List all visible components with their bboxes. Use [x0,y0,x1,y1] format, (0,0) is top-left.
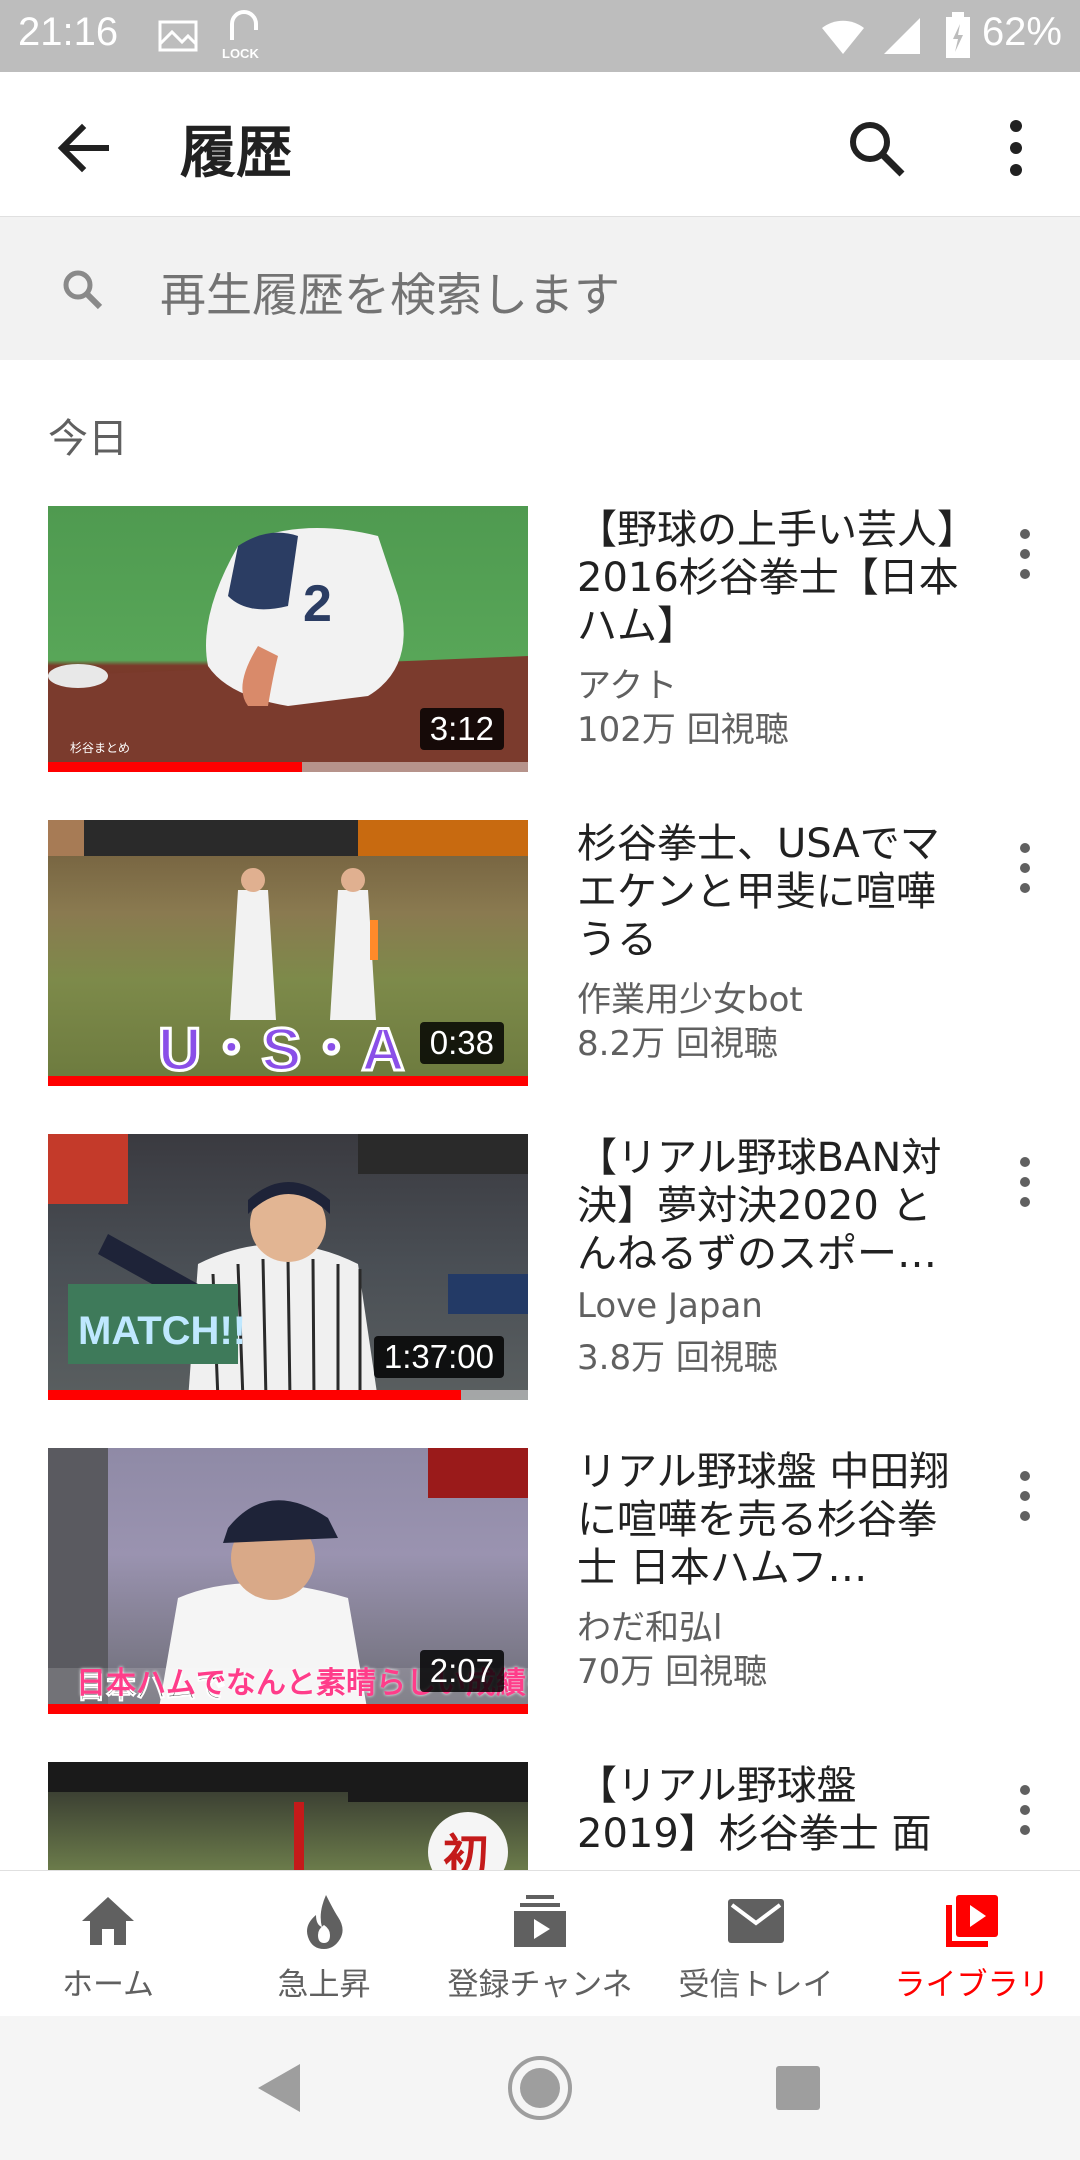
video-thumbnail[interactable]: 2 杉谷まとめ 3:12 [48,506,528,772]
video-view-count: 8.2万 回視聴 [577,1024,778,1064]
video-menu-icon[interactable] [1005,524,1045,584]
video-view-count: 70万 回視聴 [577,1652,768,1692]
lock-icon: LOCK [222,10,268,62]
video-item[interactable]: 初 【リアル野球盤2019】杉谷拳士 面 [0,1762,1080,1870]
thumbnail-image: 初 [48,1762,528,1870]
nav-home[interactable]: ホーム [0,1871,216,2017]
video-menu-icon[interactable] [1005,1466,1045,1526]
video-title[interactable]: リアル野球盤 中田翔に喧嘩を売る杉谷拳士 日本ハムフ… [577,1448,967,1592]
watch-progress-bar [48,1076,528,1086]
video-thumbnail[interactable]: 初 [48,1762,528,1870]
bottom-navigation: ホーム 急上昇 登録チャンネル 受信トレイ ライブラリ [0,1870,1080,2048]
battery-percentage: 62% [981,10,1062,54]
history-search-bar[interactable]: 再生履歴を検索します [0,217,1080,360]
video-title[interactable]: 【リアル野球盤2019】杉谷拳士 面 [577,1762,967,1858]
video-title[interactable]: 【野球の上手い芸人】2016杉谷拳士【日本ハム】 [577,506,967,650]
home-icon [82,1897,134,1945]
system-home-icon[interactable] [506,2054,574,2122]
back-arrow-icon[interactable] [48,112,120,184]
nav-label: ライブラリ [894,1967,1050,2003]
video-channel: Love Japan [577,1286,763,1326]
watch-progress-bar [48,762,303,772]
system-back-icon[interactable] [252,2060,308,2116]
video-duration: 0:38 [419,1022,504,1064]
video-item[interactable]: 日本ハムで 日本ハムでなんと素晴らしい成績を 2:07 リアル野球盤 中田翔に喧… [0,1448,1080,1720]
library-icon [946,1895,998,1947]
video-thumbnail[interactable]: U・S・A 0:38 [48,820,528,1086]
trending-icon [307,1895,343,1949]
video-view-count: 3.8万 回視聴 [577,1338,778,1378]
video-item[interactable]: 2 杉谷まとめ 3:12 【野球の上手い芸人】2016杉谷拳士【日本ハム】 アク… [0,506,1080,778]
section-header-today: 今日 [48,416,128,462]
video-thumbnail[interactable]: MATCH!! 1:37:00 [48,1134,528,1400]
system-navigation-bar [0,2016,1080,2160]
search-icon [63,270,103,310]
page-title: 履歴 [180,121,292,186]
watch-progress-bar [48,1390,461,1400]
status-bar: 21:16 LOCK 62% [0,0,1080,72]
svg-text:2: 2 [303,575,332,633]
video-view-count: 102万 回視聴 [577,710,789,750]
nav-label: 急上昇 [277,1967,371,2003]
nav-library[interactable]: ライブラリ [864,1871,1080,2017]
video-thumbnail[interactable]: 日本ハムで 日本ハムでなんと素晴らしい成績を 2:07 [48,1448,528,1714]
history-search-input[interactable]: 再生履歴を検索します [160,259,620,325]
wifi-icon [822,20,864,54]
nav-subscriptions[interactable]: 登録チャンネル [432,1871,648,2048]
more-options-icon[interactable] [980,112,1052,184]
video-item[interactable]: MATCH!! 1:37:00 【リアル野球BAN対決】夢対決2020 とんねる… [0,1134,1080,1406]
svg-text:U・S・A: U・S・A [158,1016,405,1083]
search-icon[interactable] [840,112,912,184]
video-menu-icon[interactable] [1005,1780,1045,1840]
video-item[interactable]: U・S・A 0:38 杉谷拳士、USAでマエケンと甲斐に喧嘩うる 作業用少女bo… [0,820,1080,1092]
nav-label: ホーム [61,1967,155,2003]
video-duration: 3:12 [419,708,504,750]
lock-label: LOCK [222,46,259,61]
nav-inbox[interactable]: 受信トレイ [648,1871,864,2017]
video-channel: アクト [577,666,678,706]
video-channel: わだ和弘l [577,1608,723,1648]
video-duration: 2:07 [419,1650,504,1692]
status-time: 21:16 [18,10,119,54]
nav-trending[interactable]: 急上昇 [216,1871,432,2017]
thumbnail-caption: 杉谷まとめ [70,741,131,755]
subscriptions-icon [514,1895,566,1947]
video-menu-icon[interactable] [1005,1152,1045,1212]
image-notification-icon [158,20,198,52]
battery-icon [946,12,970,58]
video-channel: 作業用少女bot [577,980,803,1020]
watch-progress-bar [48,1704,528,1714]
video-menu-icon[interactable] [1005,838,1045,898]
video-title[interactable]: 杉谷拳士、USAでマエケンと甲斐に喧嘩うる [577,820,967,964]
signal-icon [884,18,920,54]
nav-label: 受信トレイ [678,1967,834,2003]
video-duration: 1:37:00 [373,1336,504,1378]
app-bar: 履歴 [0,72,1080,217]
video-title[interactable]: 【リアル野球BAN対決】夢対決2020 とんねるずのスポー… [577,1134,967,1278]
svg-text:初: 初 [443,1830,489,1870]
svg-text:MATCH!!: MATCH!! [78,1309,246,1353]
system-recents-icon[interactable] [774,2064,822,2112]
inbox-icon [728,1899,784,1943]
